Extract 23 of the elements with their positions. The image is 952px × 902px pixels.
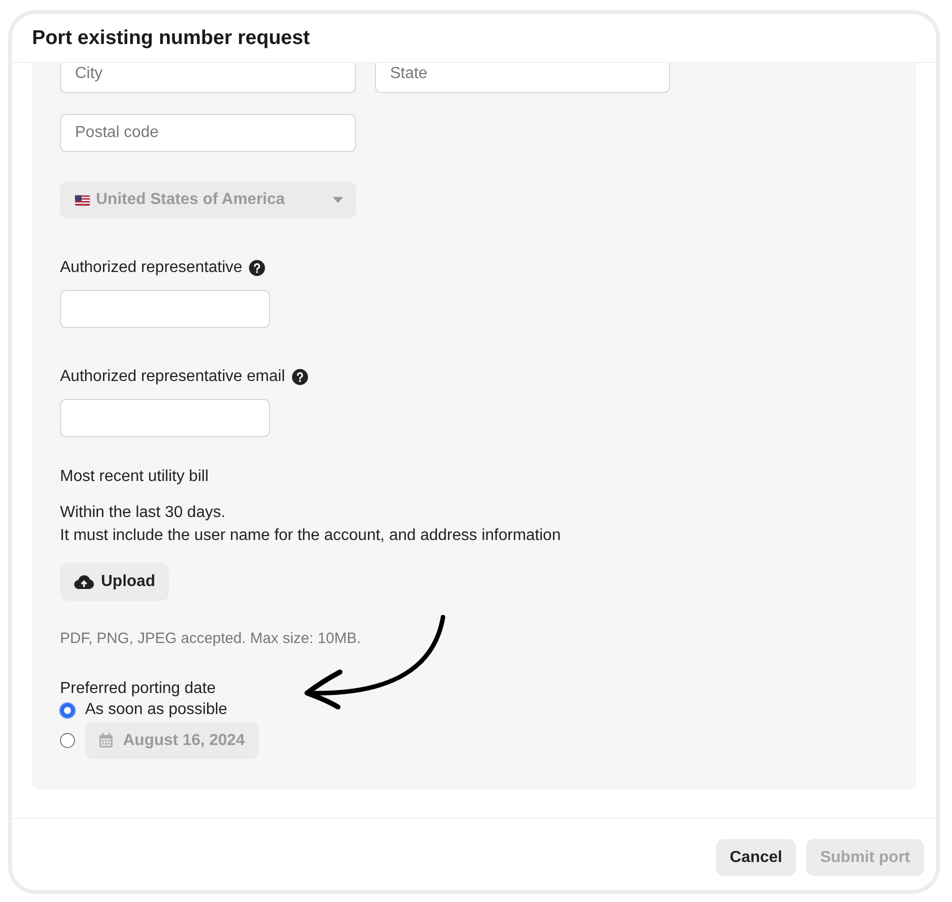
upload-button[interactable]: Upload	[60, 563, 170, 601]
help-icon[interactable]	[292, 369, 308, 385]
description-text: It must include the user name for the account, and address information	[60, 527, 561, 545]
cloud-upload-icon	[74, 574, 94, 590]
hint-text: PDF, PNG, JPEG accepted. Max size: 10MB.	[60, 630, 361, 647]
help-icon[interactable]	[249, 260, 266, 276]
cancel-button[interactable]: Cancel	[716, 839, 796, 876]
description-text: Within the last 30 days.	[60, 504, 226, 522]
input-field[interactable]	[60, 399, 270, 437]
radio-button[interactable]	[60, 702, 75, 718]
input-field[interactable]: City	[60, 63, 356, 93]
option-label: As soon as possible	[85, 701, 228, 719]
input-field[interactable]	[60, 290, 270, 328]
dialog-title: Port existing number request	[32, 26, 310, 50]
flag-icon	[75, 194, 90, 206]
field-label: Authorized representative email	[60, 368, 286, 386]
section-label: Preferred porting date	[60, 680, 216, 698]
section-label: Most recent utility bill	[60, 468, 208, 486]
caret-icon	[333, 197, 343, 203]
input-field[interactable]: State	[375, 63, 670, 93]
calendar-icon	[99, 733, 113, 748]
input-field[interactable]: Postal code	[60, 114, 356, 152]
field-label: Authorized representative	[60, 259, 242, 277]
